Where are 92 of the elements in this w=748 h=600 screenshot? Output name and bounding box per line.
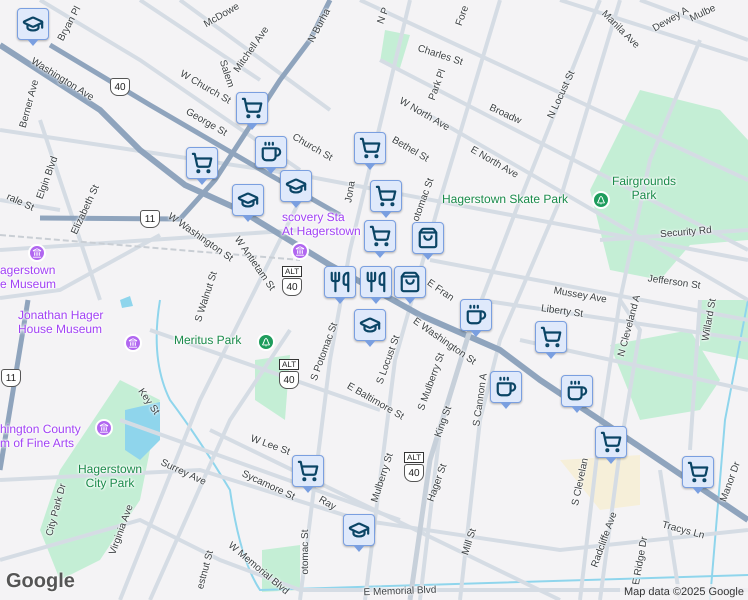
shopping-cart-icon xyxy=(241,97,263,119)
fork-knife-icon xyxy=(365,271,387,293)
street-label: Park Pl xyxy=(428,68,448,102)
shopping-marker[interactable] xyxy=(682,456,714,494)
shopping-marker[interactable] xyxy=(186,147,218,185)
shopping-bag-icon xyxy=(417,227,439,249)
street-label: Security Rd xyxy=(660,226,712,240)
cafe-marker[interactable] xyxy=(255,136,287,174)
street-label: W Lee St xyxy=(248,434,292,458)
shopping-cart-icon xyxy=(375,185,397,207)
street-label: City Park Dr xyxy=(45,482,69,538)
store-marker[interactable] xyxy=(412,222,444,260)
street-label: Mill St xyxy=(461,528,479,556)
route-shield: 11 xyxy=(140,210,160,228)
street-label: Liberty St xyxy=(540,304,584,320)
place-label[interactable]: Hagerstown City Park xyxy=(78,462,142,490)
shopping-cart-icon xyxy=(359,137,381,159)
shopping-marker[interactable] xyxy=(370,180,402,218)
place-label[interactable]: scovery Sta At Hagerstown xyxy=(282,210,361,238)
place-label[interactable]: Meritus Park xyxy=(174,333,242,347)
museum-icon xyxy=(295,246,305,256)
street-label: E Fran xyxy=(424,278,456,304)
street-label: rale St xyxy=(4,192,36,214)
coffee-cup-icon xyxy=(566,380,588,402)
shopping-marker[interactable] xyxy=(236,92,268,130)
street-label: Manor Dr xyxy=(719,460,743,504)
street-label: Ray xyxy=(316,495,338,513)
street-label: otomac St xyxy=(412,177,436,223)
street-label: E Ridge Dr xyxy=(632,536,650,586)
alternate-route-tag: ALT xyxy=(279,359,300,370)
alternate-route-tag: ALT xyxy=(404,452,424,463)
street-label: Willard St xyxy=(701,298,719,342)
restaurant-marker[interactable] xyxy=(324,266,356,304)
street-label: King St xyxy=(434,405,454,439)
route-shield: 40 xyxy=(282,278,302,296)
street-label: Fore xyxy=(454,4,472,28)
shopping-cart-icon xyxy=(297,460,319,482)
street-label: E Memorial Blvd xyxy=(363,586,437,598)
school-marker[interactable] xyxy=(354,309,386,347)
coffee-cup-icon xyxy=(465,304,487,326)
place-label[interactable]: Hagerstown Skate Park xyxy=(442,192,568,206)
alternate-route-tag: ALT xyxy=(282,266,302,277)
street-label: S Locust St xyxy=(376,334,402,386)
street-label: Elgin Blvd xyxy=(36,155,60,201)
route-shield: 11 xyxy=(1,369,21,387)
shopping-cart-icon xyxy=(687,461,709,483)
shopping-cart-icon xyxy=(369,225,391,247)
google-logo: Google xyxy=(6,569,75,594)
shopping-marker[interactable] xyxy=(364,220,396,258)
place-label[interactable]: agerstown e Museum xyxy=(0,263,56,291)
shopping-cart-icon xyxy=(191,152,213,174)
shopping-marker[interactable] xyxy=(595,426,627,464)
street-label: Charles St xyxy=(416,44,464,68)
street-label: S Cannon A xyxy=(472,372,490,428)
school-marker[interactable] xyxy=(232,184,264,222)
map-attribution: Map data ©2025 Google xyxy=(620,584,748,600)
shopping-marker[interactable] xyxy=(535,321,567,359)
street-label: Key St xyxy=(135,387,161,417)
museum-icon xyxy=(128,338,138,348)
museum-icon xyxy=(99,423,109,433)
street-label: estnut St xyxy=(196,550,216,590)
street-label: Hager St xyxy=(426,462,450,504)
coffee-cup-icon xyxy=(495,376,517,398)
shopping-cart-icon xyxy=(600,431,622,453)
tree-icon xyxy=(261,337,271,347)
street-label: Jona xyxy=(344,180,358,204)
street-label: Mussey Ave xyxy=(552,286,608,306)
restaurant-marker[interactable] xyxy=(360,266,392,304)
fork-knife-icon xyxy=(329,271,351,293)
place-label[interactable]: Fairgrounds Park xyxy=(612,174,676,202)
street-label: Jefferson St xyxy=(646,274,702,292)
shopping-bag-icon xyxy=(399,271,421,293)
street-label: otomac St xyxy=(301,529,311,575)
route-shield: 40 xyxy=(279,371,300,389)
school-marker[interactable] xyxy=(17,8,49,46)
route-shield: 40 xyxy=(404,464,424,482)
school-marker[interactable] xyxy=(280,170,312,208)
coffee-cup-icon xyxy=(260,141,282,163)
street-label: S Clevelan xyxy=(571,457,591,507)
street-label: Tracys Ln xyxy=(660,520,706,542)
cafe-marker[interactable] xyxy=(561,375,593,413)
museum-icon xyxy=(32,248,42,258)
street-label: Mulbe xyxy=(688,4,718,24)
store-marker[interactable] xyxy=(394,266,426,304)
shopping-marker[interactable] xyxy=(354,132,386,170)
tree-icon xyxy=(596,195,606,205)
street-label: S Walnut St xyxy=(194,270,220,324)
street-label: N P xyxy=(376,6,392,26)
cafe-marker[interactable] xyxy=(490,371,522,409)
route-shield: 40 xyxy=(110,78,130,96)
shopping-cart-icon xyxy=(540,326,562,348)
school-marker[interactable] xyxy=(343,514,375,552)
